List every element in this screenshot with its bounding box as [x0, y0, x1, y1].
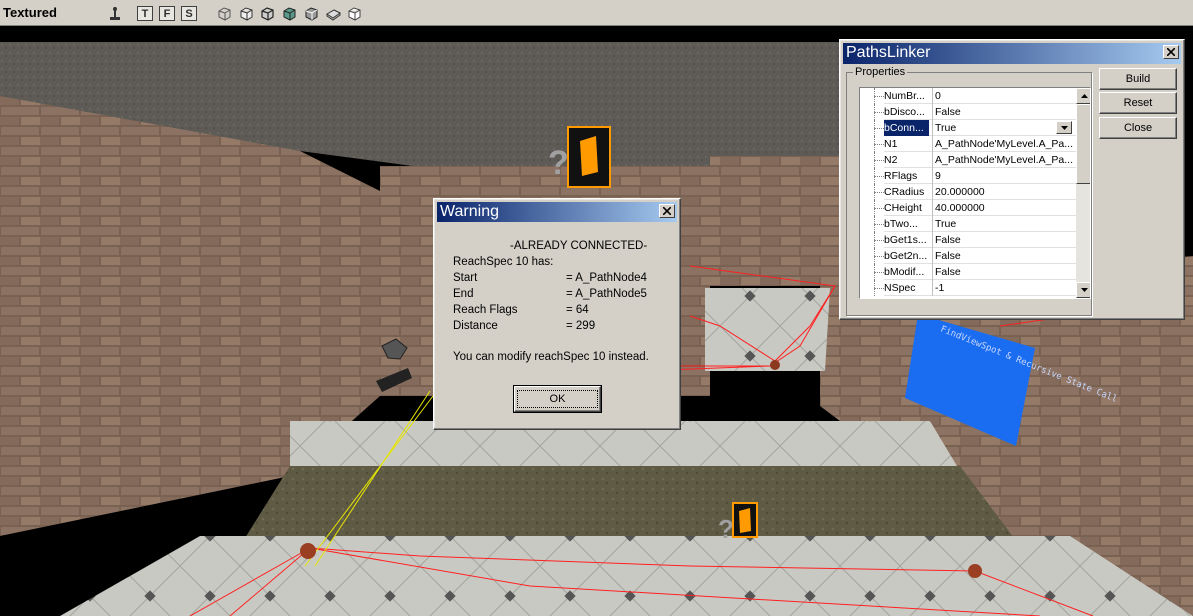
- filter-f-button[interactable]: F: [159, 6, 175, 21]
- scroll-up-icon[interactable]: [1076, 88, 1090, 104]
- paths-linker-titlebar[interactable]: PathsLinker: [843, 43, 1181, 64]
- warning-row-label: Start: [453, 272, 478, 284]
- warning-title: Warning: [440, 203, 499, 220]
- property-value[interactable]: False: [932, 232, 1076, 248]
- property-row[interactable]: NumBr... 0: [860, 88, 1076, 104]
- chevron-down-icon[interactable]: [1056, 121, 1072, 134]
- property-grid[interactable]: NumBr... 0 bDisco... False bConn... True N1 A_P…: [859, 87, 1091, 299]
- property-value[interactable]: True: [932, 216, 1076, 232]
- property-name: bGet1s...: [884, 234, 927, 246]
- property-name: bModif...: [884, 266, 925, 278]
- vertical-scrollbar[interactable]: [1076, 88, 1090, 298]
- warning-titlebar[interactable]: Warning: [437, 202, 677, 222]
- ok-button-label: OK: [516, 390, 599, 408]
- property-value[interactable]: 20.000000: [932, 184, 1076, 200]
- property-name: RFlags: [884, 170, 918, 182]
- warning-row-label: End: [453, 288, 474, 300]
- property-row[interactable]: bGet1s... False: [860, 232, 1076, 248]
- warning-row-label: Distance: [453, 320, 498, 332]
- ok-button[interactable]: OK: [513, 385, 602, 413]
- property-row[interactable]: bDisco... False: [860, 104, 1076, 120]
- warning-row-value: = A_PathNode4: [566, 272, 647, 284]
- scrollbar-thumb[interactable]: [1076, 104, 1090, 184]
- properties-group: Properties NumBr... 0 bDisco... False bConn.…: [846, 66, 1092, 316]
- paths-linker-window: PathsLinker Properties NumBr... 0 bDisco..…: [839, 39, 1185, 320]
- property-value[interactable]: False: [932, 104, 1076, 120]
- property-row[interactable]: RFlags 9: [860, 168, 1076, 184]
- properties-group-label: Properties: [853, 66, 908, 78]
- property-name: bDisco...: [884, 106, 925, 118]
- property-name: N1: [884, 138, 898, 150]
- svg-text:?: ?: [718, 514, 734, 544]
- property-name: CHeight: [884, 202, 922, 214]
- warning-row-label: Reach Flags: [453, 304, 518, 316]
- close-icon[interactable]: [1163, 45, 1179, 59]
- cube-icon[interactable]: [325, 6, 341, 21]
- svg-text:?: ?: [548, 144, 569, 182]
- property-row[interactable]: bModif... False: [860, 264, 1076, 280]
- filter-t-button[interactable]: T: [137, 6, 153, 21]
- property-value[interactable]: 40.000000: [932, 200, 1076, 216]
- cube-icon[interactable]: [346, 6, 362, 21]
- actor-pin-icon[interactable]: [107, 6, 123, 21]
- property-name: bTwo...: [884, 218, 918, 230]
- property-value[interactable]: 0: [932, 88, 1076, 104]
- warning-row-value: = 64: [566, 304, 589, 316]
- paths-linker-title: PathsLinker: [846, 44, 931, 61]
- property-row[interactable]: N1 A_PathNode'MyLevel.A_Pa...: [860, 136, 1076, 152]
- property-row[interactable]: CRadius 20.000000: [860, 184, 1076, 200]
- property-name: CRadius: [884, 186, 925, 198]
- property-name: N2: [884, 154, 898, 166]
- warning-row-value: = 299: [566, 320, 596, 332]
- property-row[interactable]: CHeight 40.000000: [860, 200, 1076, 216]
- close-icon[interactable]: [659, 204, 675, 218]
- property-value[interactable]: False: [932, 248, 1076, 264]
- property-value[interactable]: 9: [932, 168, 1076, 184]
- viewport-mode-label[interactable]: Textured: [3, 5, 57, 20]
- property-value[interactable]: True: [932, 120, 1076, 136]
- cube-icon[interactable]: [303, 6, 319, 21]
- property-value[interactable]: A_PathNode'MyLevel.A_Pa...: [932, 136, 1076, 152]
- property-row[interactable]: NSpec -1: [860, 280, 1076, 296]
- property-name: NumBr...: [884, 90, 925, 102]
- property-value[interactable]: -1: [932, 280, 1076, 296]
- property-name: bConn...: [884, 120, 929, 136]
- warning-footer: You can modify reachSpec 10 instead.: [453, 351, 649, 363]
- scroll-down-icon[interactable]: [1076, 282, 1090, 298]
- close-button[interactable]: Close: [1099, 117, 1177, 139]
- property-value[interactable]: A_PathNode'MyLevel.A_Pa...: [932, 152, 1076, 168]
- property-name: NSpec: [884, 282, 916, 294]
- filter-s-button[interactable]: S: [181, 6, 197, 21]
- reset-button[interactable]: Reset: [1099, 92, 1177, 114]
- build-button[interactable]: Build: [1099, 68, 1177, 90]
- property-row[interactable]: N2 A_PathNode'MyLevel.A_Pa...: [860, 152, 1076, 168]
- cube-icon[interactable]: [238, 6, 254, 21]
- property-row[interactable]: bTwo... True: [860, 216, 1076, 232]
- property-name: bGet2n...: [884, 250, 928, 262]
- warning-dialog: Warning -ALREADY CONNECTED- ReachSpec 10…: [433, 198, 681, 430]
- warning-heading: -ALREADY CONNECTED-: [510, 240, 648, 252]
- property-value[interactable]: False: [932, 264, 1076, 280]
- cube-icon[interactable]: [259, 6, 275, 21]
- viewport-toolbar: Textured T F S: [0, 0, 1193, 26]
- wireframe-cube-icon[interactable]: [216, 6, 232, 21]
- property-row[interactable]: bGet2n... False: [860, 248, 1076, 264]
- property-row[interactable]: bConn... True: [860, 120, 1076, 136]
- warning-row-value: = A_PathNode5: [566, 288, 647, 300]
- textured-cube-icon[interactable]: [281, 6, 297, 21]
- warning-intro: ReachSpec 10 has:: [453, 256, 554, 268]
